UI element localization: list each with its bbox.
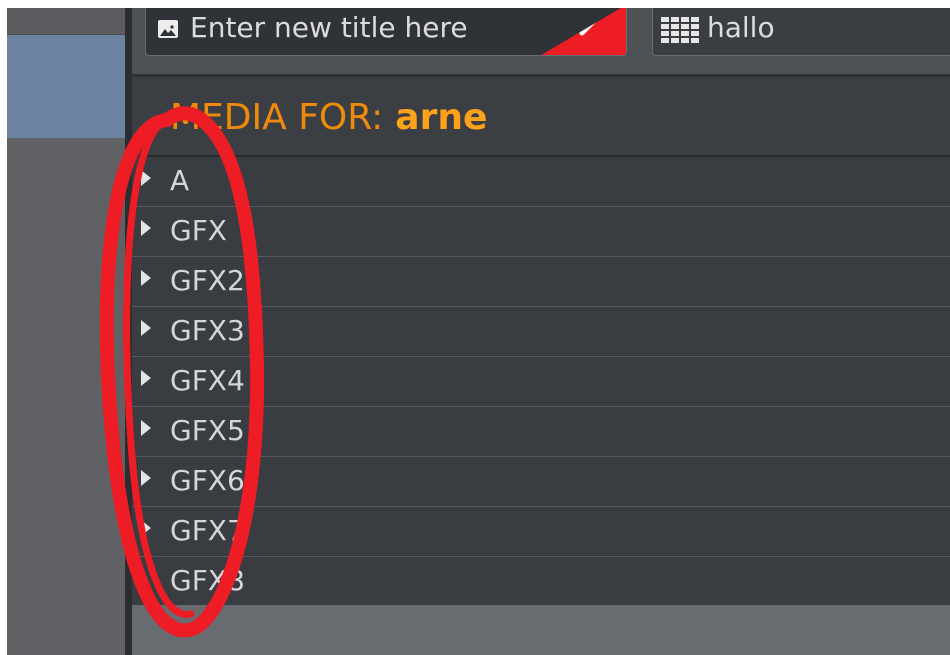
folder-row[interactable]: A (132, 157, 950, 207)
app-window: Enter new title here hallo MEDIA FOR: ar… (7, 8, 950, 655)
expand-arrow-icon[interactable] (141, 520, 151, 536)
template-name: hallo (707, 11, 775, 44)
expand-arrow-icon[interactable] (141, 270, 151, 286)
folder-label: GFX7 (170, 514, 245, 547)
left-panel-header (7, 8, 125, 35)
folder-row[interactable]: GFX7 (132, 507, 950, 557)
grid-icon (661, 17, 701, 47)
folder-label: GFX (170, 214, 227, 247)
expand-arrow-icon[interactable] (141, 220, 151, 236)
media-heading-prefix: MEDIA FOR: (170, 97, 384, 138)
top-toolbar: Enter new title here hallo (132, 8, 950, 77)
folder-label: GFX5 (170, 414, 245, 447)
title-placeholder: Enter new title here (190, 11, 468, 44)
left-panel (7, 8, 125, 655)
panel-splitter[interactable] (125, 8, 132, 655)
folder-label: GFX2 (170, 264, 245, 297)
folder-label: GFX8 (170, 564, 245, 597)
template-selector[interactable]: hallo (652, 8, 950, 56)
media-header: MEDIA FOR: arne (132, 77, 950, 157)
folder-label: A (170, 164, 190, 197)
expand-arrow-icon[interactable] (141, 420, 151, 436)
folder-row[interactable]: GFX4 (132, 357, 950, 407)
folder-row[interactable]: GFX8 (132, 557, 950, 607)
expand-arrow-icon[interactable] (141, 470, 151, 486)
folder-row[interactable]: GFX2 (132, 257, 950, 307)
folder-row[interactable]: GFX5 (132, 407, 950, 457)
pencil-icon[interactable] (541, 8, 626, 55)
title-input[interactable]: Enter new title here (145, 8, 627, 56)
folder-label: GFX6 (170, 464, 245, 497)
folder-row[interactable]: GFX (132, 207, 950, 257)
expand-arrow-icon[interactable] (141, 370, 151, 386)
folder-row[interactable]: GFX6 (132, 457, 950, 507)
image-icon (158, 20, 178, 38)
expand-arrow-icon[interactable] (141, 170, 151, 186)
left-panel-selected-item[interactable] (7, 35, 125, 138)
media-heading: MEDIA FOR: arne (170, 97, 487, 138)
folder-label: GFX3 (170, 314, 245, 347)
media-footer (132, 605, 950, 655)
media-user-name: arne (395, 97, 488, 138)
expand-arrow-icon[interactable] (141, 320, 151, 336)
media-folder-list: A GFX GFX2 GFX3 GFX4 GFX5 GFX6 GFX7 GFX8 (132, 157, 950, 607)
media-panel: MEDIA FOR: arne A GFX GFX2 GFX3 GFX4 GFX5… (132, 77, 950, 655)
folder-label: GFX4 (170, 364, 245, 397)
folder-row[interactable]: GFX3 (132, 307, 950, 357)
